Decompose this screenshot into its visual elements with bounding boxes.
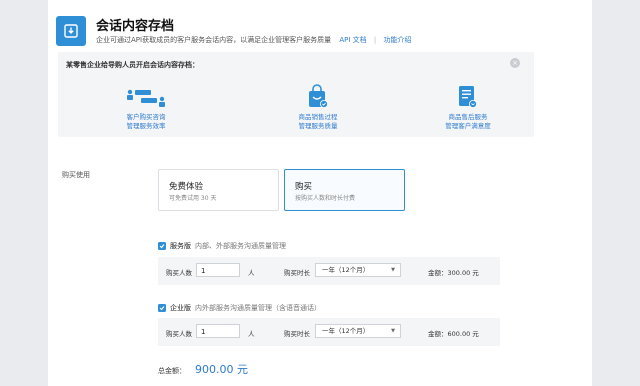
free-trial-option[interactable]: 免费体验 可免费试用 30 天 xyxy=(158,169,279,211)
feature-label-3: 商品售后服务 xyxy=(448,113,488,121)
duration-label: 购买时长 xyxy=(284,269,310,277)
service-edition-desc: 内部、外部服务沟通质量管理 xyxy=(195,242,286,250)
service-edition-header: 服务版 内部、外部服务沟通质量管理 xyxy=(158,241,286,251)
service-edition-name: 服务版 xyxy=(170,242,191,250)
count-unit: 人 xyxy=(248,269,255,277)
enterprise-duration-select[interactable]: 一年（12个月） ▼ xyxy=(315,324,401,338)
amount-label: 金额： xyxy=(428,330,448,338)
feature-label-1b: 管理服务效率 xyxy=(126,122,166,130)
count-label: 购买人数 xyxy=(166,330,192,338)
shopping-bag-icon xyxy=(258,82,378,110)
duration-label: 购买时长 xyxy=(284,330,310,338)
chevron-down-icon: ▼ xyxy=(391,328,395,334)
enterprise-edition-checkbox[interactable] xyxy=(158,304,166,312)
count-unit: 人 xyxy=(248,330,255,338)
feature-intro-link[interactable]: 功能介绍 xyxy=(383,36,411,44)
enterprise-amount: 金额：600.00 元 xyxy=(428,328,479,338)
service-edition-checkbox[interactable] xyxy=(158,242,166,250)
document-check-icon xyxy=(408,82,528,110)
buy-option[interactable]: 购买 按购买人数和时长付费 xyxy=(284,169,405,211)
feature-label-2: 商品销售过程 xyxy=(298,113,338,121)
service-edition-row: 购买人数 1 人 购买时长 一年（12个月） ▼ 金额：300.00 元 xyxy=(158,257,500,285)
promo-banner: 某零售企业给导购人员开启会话内容存档： × 客户购买咨询 管理服务效率 商品销售… xyxy=(58,52,534,137)
enterprise-duration-value: 一年（12个月） xyxy=(322,327,370,335)
promo-title: 某零售企业给导购人员开启会话内容存档： xyxy=(66,61,199,69)
free-trial-subtitle: 可免费试用 30 天 xyxy=(169,195,217,202)
amount-value: 600.00 元 xyxy=(447,330,479,338)
free-trial-title: 免费体验 xyxy=(169,182,204,192)
enterprise-edition-header: 企业版 内外部服务沟通质量管理（含语音通话） xyxy=(158,303,321,313)
total-amount: 900.00 元 xyxy=(195,363,248,376)
enterprise-edition-row: 购买人数 1 人 购买时长 一年（12个月） ▼ 金额：600.00 元 xyxy=(158,318,500,346)
promo-feature-purchase-consult: 客户购买咨询 管理服务效率 xyxy=(86,82,206,131)
download-box-icon xyxy=(56,16,86,46)
buy-subtitle: 按购买人数和时长付费 xyxy=(295,195,356,202)
link-separator: | xyxy=(373,36,377,44)
service-count-input[interactable]: 1 xyxy=(196,263,240,277)
service-duration-value: 一年（12个月） xyxy=(322,266,370,274)
subtitle-text: 企业可通过API获取成员的客户服务会话内容，以满足企业管理客户服务质量 xyxy=(96,36,332,44)
page-subtitle: 企业可通过API获取成员的客户服务会话内容，以满足企业管理客户服务质量 API … xyxy=(96,35,411,45)
buy-title: 购买 xyxy=(295,182,313,192)
page-title: 会话内容存档 xyxy=(96,19,175,34)
promo-feature-sales-process: 商品销售过程 管理服务质量 xyxy=(258,82,378,131)
service-amount: 金额：300.00 元 xyxy=(428,267,479,277)
total-label: 总金额： xyxy=(158,367,186,375)
feature-label-3b: 管理客户满意度 xyxy=(445,122,491,130)
count-label: 购买人数 xyxy=(166,269,192,277)
feature-label-1: 客户购买咨询 xyxy=(126,113,166,121)
enterprise-edition-name: 企业版 xyxy=(170,304,191,312)
service-duration-select[interactable]: 一年（12个月） ▼ xyxy=(315,263,401,277)
enterprise-edition-desc: 内外部服务沟通质量管理（含语音通话） xyxy=(195,304,321,312)
api-doc-link[interactable]: API 文档 xyxy=(339,36,366,44)
purchase-section-label: 购买使用 xyxy=(62,171,90,179)
amount-value: 300.00 元 xyxy=(447,269,479,277)
promo-feature-after-sales: 商品售后服务 管理客户满意度 xyxy=(408,82,528,131)
amount-label: 金额： xyxy=(428,269,448,277)
close-icon[interactable]: × xyxy=(510,58,520,68)
feature-label-2b: 管理服务质量 xyxy=(298,122,338,130)
chat-people-icon xyxy=(86,82,206,110)
chevron-down-icon: ▼ xyxy=(391,267,395,273)
enterprise-count-input[interactable]: 1 xyxy=(196,324,240,338)
